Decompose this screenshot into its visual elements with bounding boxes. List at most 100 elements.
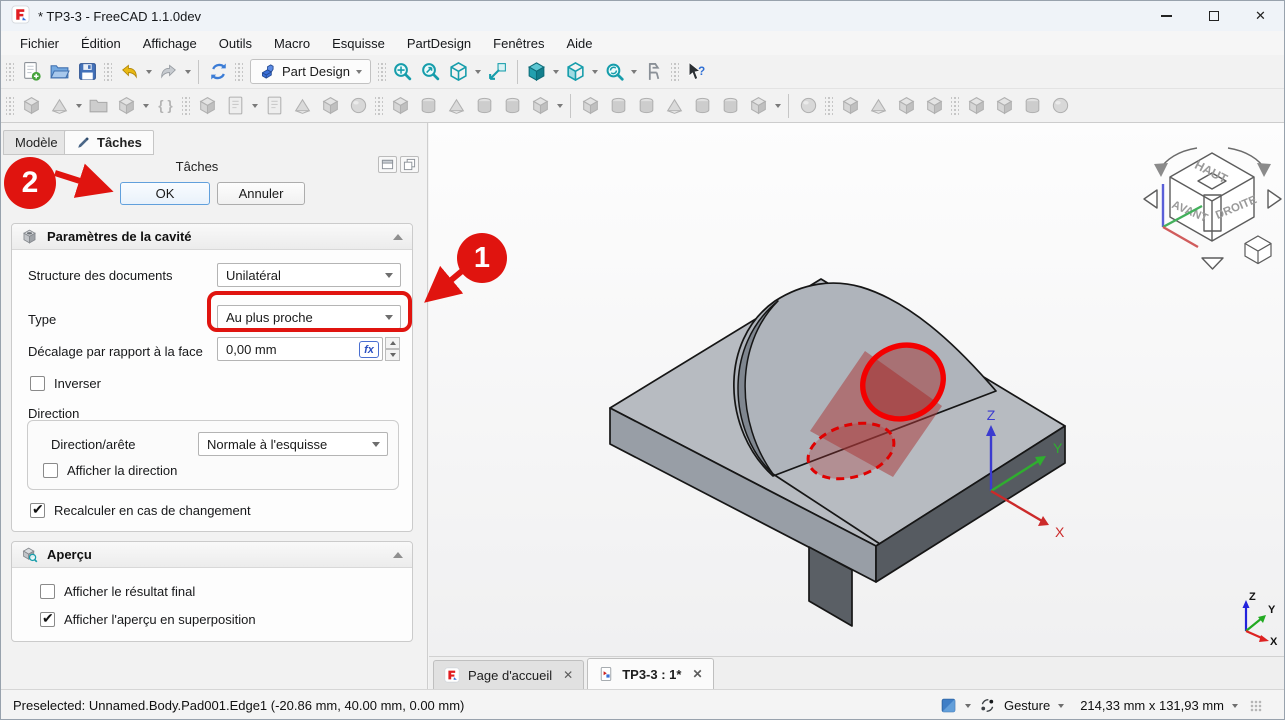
- chevron-down-icon[interactable]: [1232, 704, 1238, 711]
- subtractive-helix-icon[interactable]: [716, 92, 744, 120]
- isometric-view-dropdown-icon[interactable]: [551, 58, 562, 86]
- redo-icon[interactable]: [154, 58, 182, 86]
- create-body-icon[interactable]: [17, 92, 45, 120]
- refresh-icon[interactable]: [204, 58, 232, 86]
- redo-dropdown-icon[interactable]: [182, 58, 193, 86]
- pan-left-arrow-icon[interactable]: [1144, 190, 1157, 208]
- menu-item-outils[interactable]: Outils: [208, 33, 263, 54]
- pocket-parameters-header[interactable]: Paramètres de la cavité: [12, 224, 412, 250]
- draw-style-icon[interactable]: [445, 58, 473, 86]
- link-actions-dropdown-icon[interactable]: [140, 92, 151, 120]
- workbench-selector[interactable]: Part Design: [250, 59, 371, 84]
- create-group-icon[interactable]: [84, 92, 112, 120]
- cancel-button[interactable]: Annuler: [217, 182, 305, 205]
- draft-icon[interactable]: [892, 92, 920, 120]
- new-document-icon[interactable]: [17, 58, 45, 86]
- preview-header[interactable]: Aperçu: [12, 542, 412, 568]
- direction-edge-select[interactable]: Normale à l'esquisse: [198, 432, 388, 456]
- minimize-button[interactable]: [1143, 1, 1190, 31]
- edit-feature-icon[interactable]: [193, 92, 221, 120]
- tab-start-page[interactable]: Page d'accueil ✕: [433, 660, 584, 689]
- expression-icon[interactable]: { }: [151, 92, 179, 120]
- subtractive-primitive-dropdown-icon[interactable]: [772, 92, 783, 120]
- close-button[interactable]: ✕: [1237, 1, 1284, 31]
- chamfer-icon[interactable]: [864, 92, 892, 120]
- validate-sketch-icon[interactable]: [260, 92, 288, 120]
- menu-item-aide[interactable]: Aide: [555, 33, 603, 54]
- menu-item-esquisse[interactable]: Esquisse: [321, 33, 396, 54]
- gesture-navigation-icon[interactable]: [979, 697, 996, 714]
- tab-document-tp3[interactable]: TP3-3 : 1* ✕: [587, 658, 713, 689]
- isometric-view-icon[interactable]: [523, 58, 551, 86]
- additive-pipe-icon[interactable]: [470, 92, 498, 120]
- rotate-right-arrow-icon[interactable]: [1257, 163, 1271, 177]
- nav-style-label[interactable]: Gesture: [1004, 698, 1050, 713]
- offset-spinner[interactable]: [385, 337, 400, 361]
- show-direction-checkbox[interactable]: [43, 463, 58, 478]
- tab-model[interactable]: Modèle: [3, 130, 70, 155]
- subtractive-loft-icon[interactable]: [660, 92, 688, 120]
- menu-item-partdesign[interactable]: PartDesign: [396, 33, 482, 54]
- final-result-checkbox[interactable]: [40, 584, 55, 599]
- open-document-icon[interactable]: [45, 58, 73, 86]
- inverser-checkbox-row[interactable]: Inverser: [30, 376, 101, 391]
- map-sketch-icon[interactable]: [221, 92, 249, 120]
- ok-button[interactable]: OK: [120, 182, 210, 205]
- undo-icon[interactable]: [115, 58, 143, 86]
- chevron-down-icon[interactable]: [1058, 704, 1064, 711]
- expression-fx-icon[interactable]: fx: [359, 341, 379, 358]
- subtractive-primitive-icon[interactable]: [744, 92, 772, 120]
- link-actions-icon[interactable]: [112, 92, 140, 120]
- overlay-preview-checkbox[interactable]: [40, 612, 55, 627]
- pan-down-arrow-icon[interactable]: [1202, 258, 1223, 269]
- navigation-cube[interactable]: HAUT AVANT DROITE: [1140, 137, 1285, 272]
- dock-panel-icon[interactable]: [378, 156, 397, 173]
- zoom-selection-icon[interactable]: [417, 58, 445, 86]
- sync-view-icon[interactable]: [601, 58, 629, 86]
- additive-primitive-icon[interactable]: [526, 92, 554, 120]
- boolean-icon[interactable]: [794, 92, 822, 120]
- tab-tasks[interactable]: Tâches: [64, 130, 154, 155]
- menu-item-edition[interactable]: Édition: [70, 33, 132, 54]
- close-tab-icon[interactable]: ✕: [563, 668, 573, 682]
- shape-binder-icon[interactable]: [316, 92, 344, 120]
- sync-view-dropdown-icon[interactable]: [629, 58, 640, 86]
- final-result-checkbox-row[interactable]: Afficher le résultat final: [40, 584, 195, 599]
- subtractive-pipe-icon[interactable]: [688, 92, 716, 120]
- menu-item-affichage[interactable]: Affichage: [132, 33, 208, 54]
- hole-icon[interactable]: [604, 92, 632, 120]
- view-cube-dropdown-icon[interactable]: [590, 58, 601, 86]
- mirrored-icon[interactable]: [962, 92, 990, 120]
- view-dimensions[interactable]: 214,33 mm x 131,93 mm: [1080, 698, 1224, 713]
- chevron-down-icon[interactable]: [965, 704, 971, 711]
- menu-item-fichier[interactable]: Fichier: [9, 33, 70, 54]
- view-cube-icon[interactable]: [562, 58, 590, 86]
- fit-all-icon[interactable]: [389, 58, 417, 86]
- linear-pattern-icon[interactable]: [990, 92, 1018, 120]
- pad-icon[interactable]: [386, 92, 414, 120]
- clone-icon[interactable]: [344, 92, 372, 120]
- collapse-arrow-icon[interactable]: [393, 234, 403, 240]
- show-direction-checkbox-row[interactable]: Afficher la direction: [43, 463, 177, 478]
- collapse-arrow-icon[interactable]: [393, 552, 403, 558]
- thickness-icon[interactable]: [920, 92, 948, 120]
- map-sketch-dropdown-icon[interactable]: [249, 92, 260, 120]
- create-sketch-dropdown-icon[interactable]: [73, 92, 84, 120]
- fillet-icon[interactable]: [836, 92, 864, 120]
- resize-grip[interactable]: [1250, 700, 1262, 712]
- additive-primitive-dropdown-icon[interactable]: [554, 92, 565, 120]
- measure-icon[interactable]: [640, 58, 668, 86]
- close-tab-icon[interactable]: ✕: [692, 667, 702, 681]
- link-navigate-icon[interactable]: [484, 58, 512, 86]
- navcube-mini-cube-icon[interactable]: [1245, 236, 1271, 264]
- groove-icon[interactable]: [632, 92, 660, 120]
- float-panel-icon[interactable]: [400, 156, 419, 173]
- additive-helix-icon[interactable]: [498, 92, 526, 120]
- additive-loft-icon[interactable]: [442, 92, 470, 120]
- inverser-checkbox[interactable]: [30, 376, 45, 391]
- menu-item-macro[interactable]: Macro: [263, 33, 321, 54]
- recompute-checkbox[interactable]: [30, 503, 45, 518]
- draw-style-dropdown-icon[interactable]: [473, 58, 484, 86]
- recompute-checkbox-row[interactable]: Recalculer en cas de changement: [30, 503, 251, 518]
- rotate-left-arrow-icon[interactable]: [1154, 163, 1168, 177]
